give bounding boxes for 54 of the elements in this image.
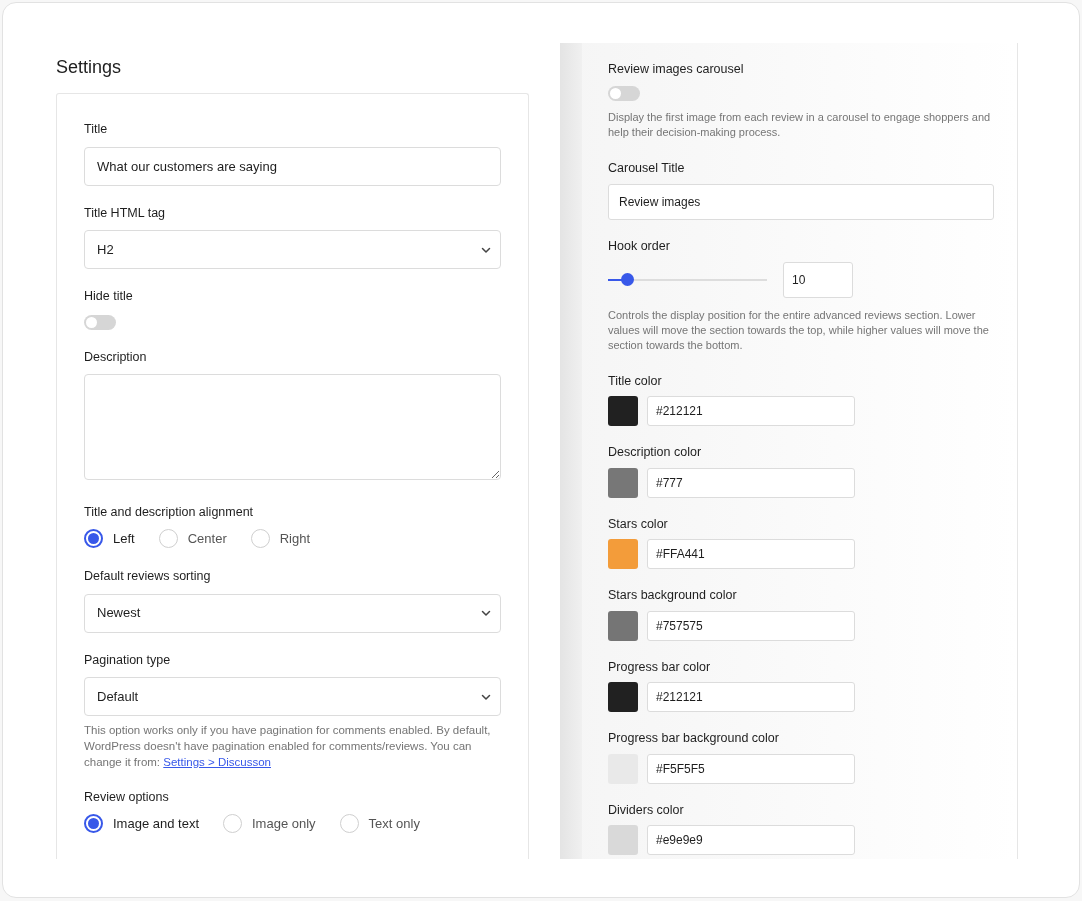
radio-label: Left <box>113 529 135 548</box>
page-heading: Settings <box>56 58 123 76</box>
field-label: Progress bar background color <box>608 732 780 745</box>
toggle-switch[interactable] <box>608 85 640 101</box>
color-swatch[interactable] <box>608 467 638 498</box>
color-hex-field[interactable]: #FFA441 <box>647 539 855 569</box>
text-field[interactable]: What our customers are saying <box>84 146 501 186</box>
number-field[interactable]: 10 <box>783 261 853 298</box>
field-label: Description <box>84 350 148 363</box>
help-text: This option works only if you have pagination for comments enabled. By default, WordPress doesn't have pagination enabled for comments/reviews. You can change it from: Settings > Discusson <box>84 723 492 770</box>
color-swatch[interactable] <box>608 682 638 712</box>
field-label: Hook order <box>608 240 671 253</box>
color-swatch[interactable] <box>608 610 638 641</box>
field-label: Stars background color <box>608 589 738 602</box>
color-hex-field[interactable]: #777 <box>647 467 855 498</box>
field-label: Review options <box>84 791 170 804</box>
radio-label: Center <box>187 529 227 548</box>
color-hex-field[interactable]: #212121 <box>647 682 855 712</box>
field-label: Title color <box>608 374 663 387</box>
field-label: Pagination type <box>84 653 172 666</box>
color-hex-field[interactable]: #757575 <box>647 610 855 641</box>
radio-label: Image and text <box>113 814 199 833</box>
field-label: Dividers color <box>608 803 685 816</box>
field-label: Title and description alignment <box>84 506 255 519</box>
help-text: Display the first image from each review in a carousel to engage shoppers and help their decision-making process. <box>608 109 992 140</box>
radio-label: Right <box>279 529 311 548</box>
radio-button[interactable] <box>84 813 103 833</box>
description-field[interactable] <box>84 374 501 480</box>
settings-link[interactable]: Settings > Discusson <box>163 756 271 768</box>
color-hex-field[interactable]: #F5F5F5 <box>647 753 855 784</box>
radio-label: Image only <box>252 814 316 833</box>
help-text: Controls the display position for the entire advanced reviews section. Lower values will move the section towards the top, while higher values will move the section towards the bottom. <box>608 307 990 353</box>
field-label: Hide title <box>84 290 134 303</box>
select-dropdown[interactable]: Newest <box>84 593 501 633</box>
select-dropdown[interactable]: Default <box>84 677 501 716</box>
color-hex-field[interactable]: #212121 <box>647 396 855 426</box>
field-label: Review images carousel <box>608 63 745 76</box>
field-label: Title <box>84 123 109 136</box>
radio-label: Text only <box>368 814 420 833</box>
field-label: Default reviews sorting <box>84 570 212 583</box>
slider-thumb[interactable] <box>621 273 635 286</box>
text-field[interactable]: Review images <box>608 184 994 220</box>
color-hex-field[interactable]: #e9e9e9 <box>647 825 855 855</box>
field-label: Title HTML tag <box>84 206 167 219</box>
field-label: Carousel Title <box>608 161 686 174</box>
field-label: Description color <box>608 446 703 459</box>
color-swatch[interactable] <box>608 539 638 569</box>
select-dropdown[interactable]: H2 <box>84 230 501 269</box>
color-swatch[interactable] <box>608 825 638 855</box>
field-label: Stars color <box>608 517 669 530</box>
radio-button[interactable] <box>84 528 103 548</box>
field-label: Progress bar color <box>608 660 712 673</box>
toggle-switch[interactable] <box>84 314 116 330</box>
color-swatch[interactable] <box>608 396 638 426</box>
